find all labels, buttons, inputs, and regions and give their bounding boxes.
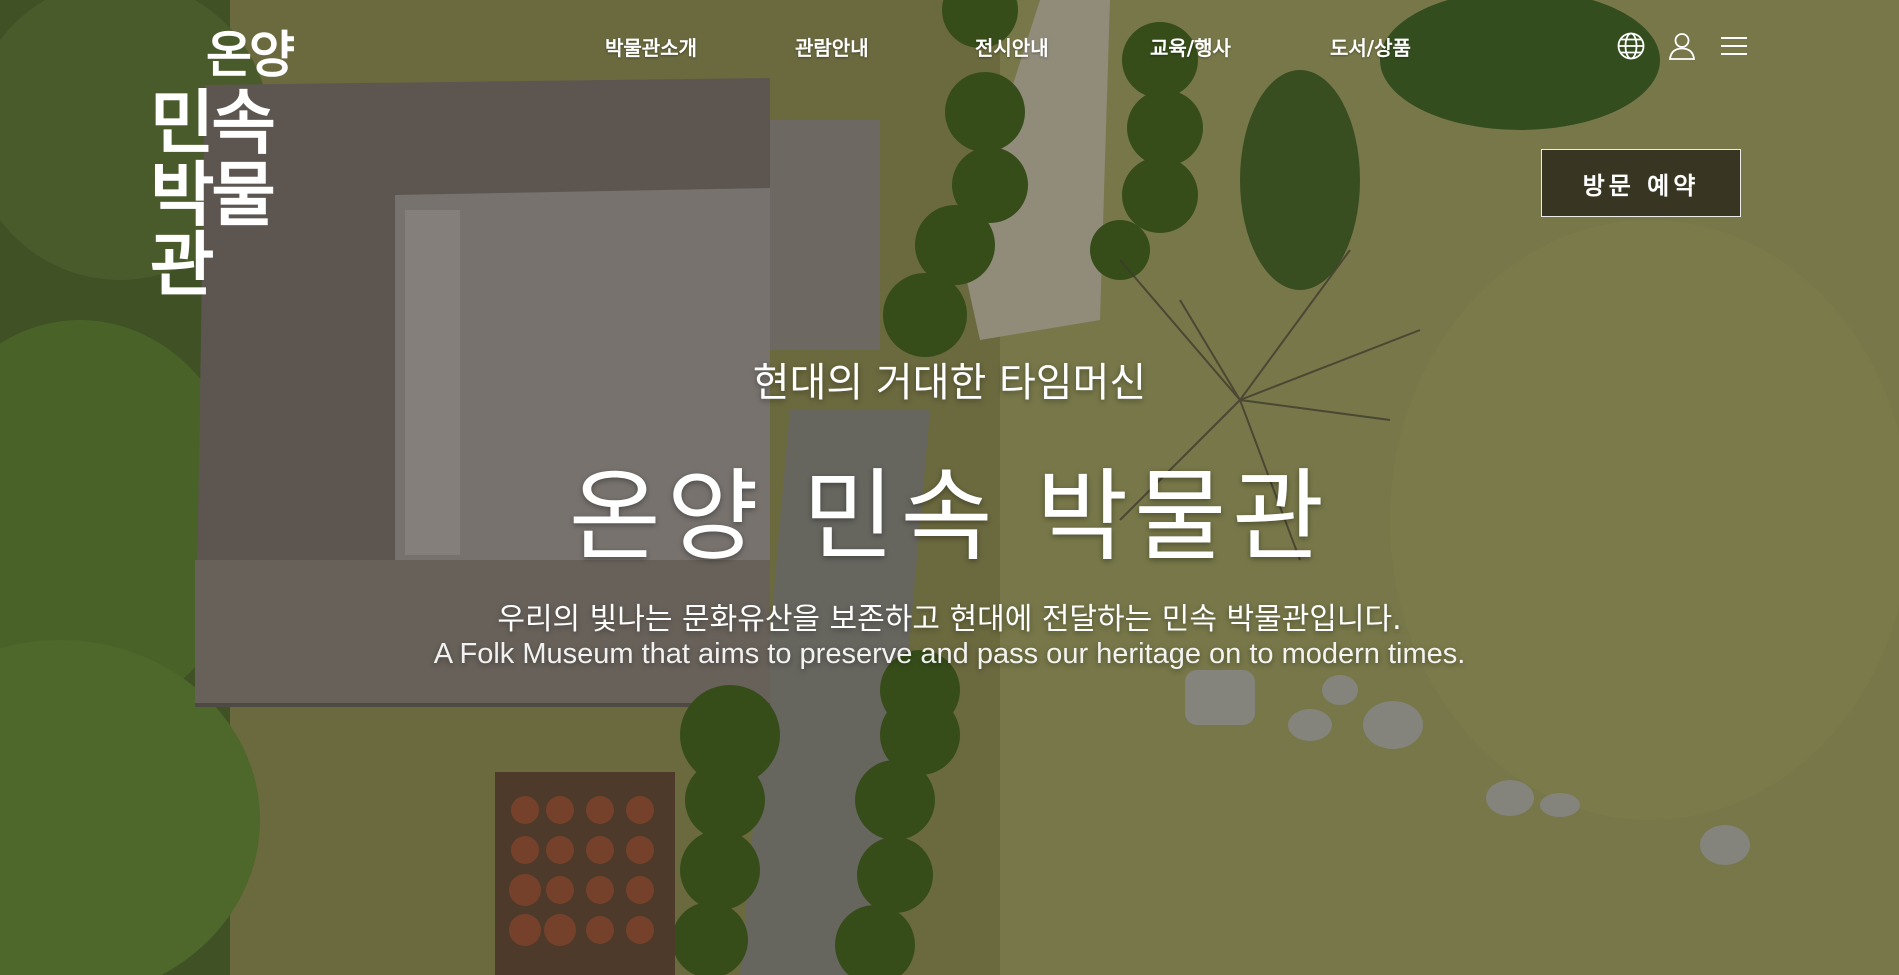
nav-item-exhibitions[interactable]: 전시안내 <box>975 32 1049 61</box>
hero-subtitle: 현대의 거대한 타임머신 <box>752 360 1147 406</box>
hero-description-english: A Folk Museum that aims to preserve and … <box>433 638 1466 670</box>
museum-logo[interactable]: 온양 민속 박물관 <box>150 26 320 300</box>
logo-line-2: 민속 <box>150 82 276 164</box>
menu-icon[interactable] <box>1718 30 1750 62</box>
hero-description-korean: 우리의 빛나는 문화유산을 보존하고 현대에 전달하는 민속 박물관입니다. <box>497 602 1402 637</box>
nav-item-visit-info[interactable]: 관람안내 <box>795 32 869 61</box>
globe-icon[interactable] <box>1615 30 1647 62</box>
nav-item-education-events[interactable]: 교육/행사 <box>1150 32 1231 61</box>
nav-item-books-goods[interactable]: 도서/상품 <box>1330 32 1411 61</box>
logo-line-3: 박물관 <box>150 154 276 306</box>
logo-line-1: 온양 <box>206 26 295 84</box>
visit-reservation-button[interactable]: 방문 예약 <box>1541 149 1741 217</box>
user-icon[interactable] <box>1666 30 1698 62</box>
nav-item-about[interactable]: 박물관소개 <box>605 32 697 61</box>
hero-title: 온양 민속 박물관 <box>568 458 1331 575</box>
